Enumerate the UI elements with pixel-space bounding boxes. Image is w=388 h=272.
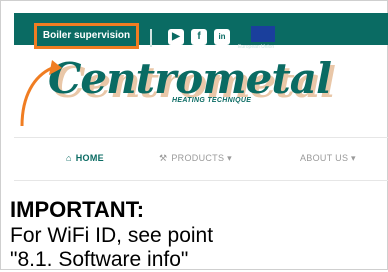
nav-item-home[interactable]: ⌂ HOME xyxy=(66,153,104,163)
logo-tagline: HEATING TECHNIQUE xyxy=(172,97,252,104)
notice-title: IMPORTANT: xyxy=(10,197,145,222)
nav-products-label: PRODUCTS xyxy=(171,153,225,163)
flag-caption: European Union xyxy=(238,44,275,50)
logo-text: Centrometal xyxy=(48,54,332,103)
facebook-icon[interactable]: f xyxy=(191,29,207,45)
chevron-down-icon: ▾ xyxy=(224,153,232,163)
notice-text: For WiFi ID, see point "8.1. Software in… xyxy=(10,224,213,272)
eu-flag-icon xyxy=(251,26,275,42)
top-bar: Boiler supervision ▶ f in European Union xyxy=(14,13,388,50)
nav-about-label: ABOUT US xyxy=(300,153,349,163)
products-icon: ⚒ xyxy=(159,153,168,163)
chevron-down-icon: ▾ xyxy=(348,153,356,163)
youtube-icon[interactable]: ▶ xyxy=(168,29,184,45)
boiler-supervision-button[interactable]: Boiler supervision xyxy=(34,23,139,49)
main-nav: ⌂ HOME ⚒ PRODUCTS ▾ ABOUT US ▾ xyxy=(14,137,388,181)
home-icon: ⌂ xyxy=(66,153,72,163)
notice-line-2: "8.1. Software info" xyxy=(10,248,189,271)
notice-line-1: For WiFi ID, see point xyxy=(10,224,214,247)
nav-item-about[interactable]: ABOUT US ▾ xyxy=(300,153,356,164)
linkedin-icon[interactable]: in xyxy=(214,29,230,45)
separator xyxy=(150,29,152,47)
nav-item-products[interactable]: ⚒ PRODUCTS ▾ xyxy=(159,153,232,164)
pointer-arrow-icon xyxy=(20,60,62,127)
nav-home-label: HOME xyxy=(75,153,104,163)
